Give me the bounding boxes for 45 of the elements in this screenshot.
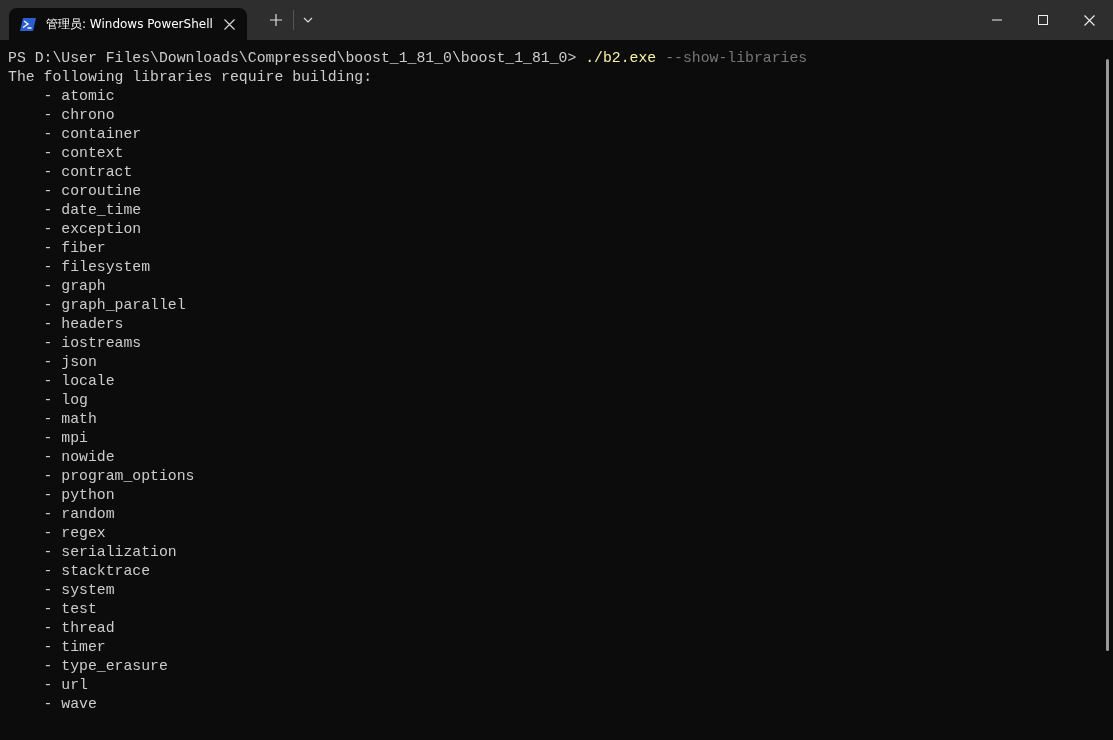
library-item: - atomic	[42, 88, 115, 104]
prompt-path: PS D:\User Files\Downloads\Compressed\boost_1_81_0\boost_1_81_0>	[8, 50, 577, 66]
library-item: - container	[42, 126, 142, 142]
output-line: The following libraries require building:	[8, 69, 373, 85]
library-item: - date_time	[42, 202, 142, 218]
command-text: ./b2.exe	[585, 50, 657, 66]
library-item: - python	[42, 487, 115, 503]
library-item: - coroutine	[42, 183, 142, 199]
library-item: - nowide	[42, 449, 115, 465]
library-item: - log	[42, 392, 88, 408]
library-item: - context	[42, 145, 124, 161]
library-item: - serialization	[42, 544, 177, 560]
library-item: - graph_parallel	[42, 297, 186, 313]
tab[interactable]: 管理员: Windows PowerShell	[9, 8, 247, 40]
library-item: - filesystem	[42, 259, 151, 275]
library-item: - system	[42, 582, 115, 598]
library-item: - wave	[42, 696, 97, 712]
chevron-down-icon[interactable]	[303, 17, 313, 23]
library-item: - contract	[42, 164, 133, 180]
new-tab-icon[interactable]	[269, 13, 283, 27]
library-item: - url	[42, 677, 88, 693]
close-icon[interactable]	[1084, 14, 1095, 26]
library-item: - regex	[42, 525, 106, 541]
library-item: - chrono	[42, 107, 115, 123]
terminal-app-icon	[20, 17, 36, 31]
library-item: - math	[42, 411, 97, 427]
library-item: - graph	[42, 278, 106, 294]
library-item: - random	[42, 506, 115, 522]
library-item: - headers	[42, 316, 124, 332]
library-item: - json	[42, 354, 97, 370]
library-item: - program_options	[42, 468, 195, 484]
library-item: - test	[42, 601, 97, 617]
library-item: - iostreams	[42, 335, 142, 351]
close-tab-icon[interactable]	[224, 18, 235, 30]
library-item: - thread	[42, 620, 115, 636]
scrollbar[interactable]	[1106, 59, 1109, 651]
library-item: - fiber	[42, 240, 106, 256]
library-item: - locale	[42, 373, 115, 389]
library-item: - mpi	[42, 430, 88, 446]
library-item: - timer	[42, 639, 106, 655]
command-arguments: --show-libraries	[665, 50, 808, 66]
library-item: - type_erasure	[42, 658, 168, 674]
maximize-icon[interactable]	[1038, 15, 1048, 25]
library-item: - exception	[42, 221, 142, 237]
library-item: - stacktrace	[42, 563, 151, 579]
